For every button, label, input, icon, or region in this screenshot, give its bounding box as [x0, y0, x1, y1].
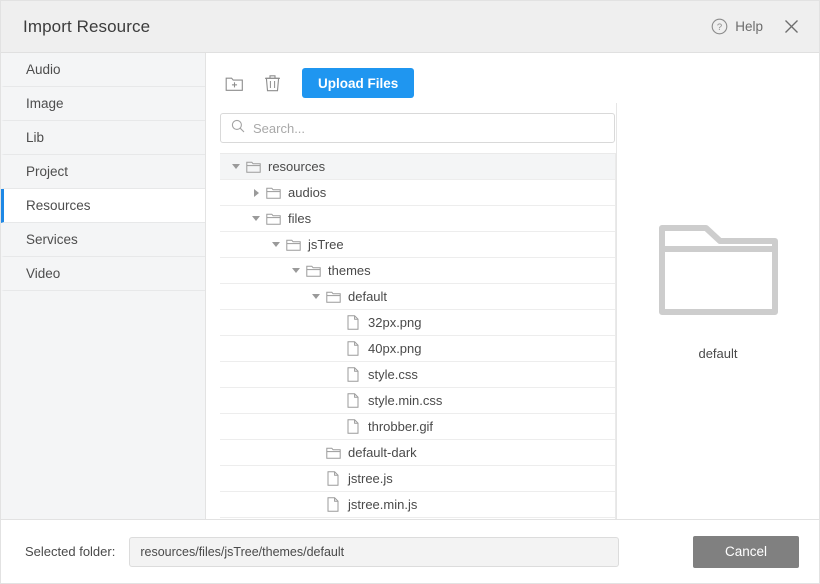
file-icon [344, 315, 362, 331]
chevron-right-icon[interactable] [248, 189, 264, 197]
tree-row[interactable]: 32px.png [220, 310, 615, 336]
sidebar-item-label: Project [26, 164, 68, 179]
sidebar-item-services[interactable]: Services [1, 223, 205, 257]
search-input[interactable] [253, 121, 604, 136]
folder-icon [244, 159, 262, 175]
tree-row[interactable]: jstree.js [220, 466, 615, 492]
tree-node-label: style.css [368, 367, 418, 382]
content-area: resources audios files jsTree themes default 3… [206, 103, 819, 519]
tree-node-label: default-dark [348, 445, 417, 460]
trash-icon[interactable] [258, 69, 286, 97]
chevron-down-icon[interactable] [268, 242, 284, 247]
upload-files-button[interactable]: Upload Files [302, 68, 414, 98]
chevron-down-icon[interactable] [248, 216, 264, 221]
selected-folder-label: Selected folder: [25, 544, 115, 559]
chevron-down-icon[interactable] [228, 164, 244, 169]
file-icon [344, 419, 362, 435]
tree-row[interactable]: style.min.css [220, 388, 615, 414]
tree-node-label: resources [268, 159, 325, 174]
sidebar-item-resources[interactable]: Resources [1, 189, 205, 223]
folder-icon [324, 445, 342, 461]
tree-node-label: default [348, 289, 387, 304]
new-folder-icon[interactable] [220, 69, 248, 97]
dialog-body: Audio Image Lib Project Resources Services Vid… [1, 53, 819, 519]
tree-pane: resources audios files jsTree themes default 3… [206, 103, 616, 519]
search-box[interactable] [220, 113, 615, 143]
svg-text:?: ? [717, 22, 722, 33]
sidebar-item-lib[interactable]: Lib [1, 121, 205, 155]
cancel-button[interactable]: Cancel [693, 536, 799, 568]
tree-row[interactable]: jsTree [220, 232, 615, 258]
file-icon [344, 341, 362, 357]
tree-node-label: jsTree [308, 237, 344, 252]
file-icon [324, 471, 342, 487]
chevron-down-icon[interactable] [288, 268, 304, 273]
sidebar-item-audio[interactable]: Audio [1, 53, 205, 87]
sidebar-item-label: Video [26, 266, 60, 281]
tree-node-label: jstree.js [348, 471, 393, 486]
help-button[interactable]: ? Help [711, 18, 763, 35]
sidebar-item-project[interactable]: Project [1, 155, 205, 189]
preview-item-name: default [698, 346, 737, 361]
folder-icon [284, 237, 302, 253]
tree-node-label: jstree.min.js [348, 497, 417, 512]
import-resource-dialog: Import Resource ? Help AudioI [0, 0, 820, 584]
tree-row[interactable]: jstree.min.js [220, 492, 615, 518]
folder-large-icon [656, 221, 781, 324]
tree-node-label: themes [328, 263, 371, 278]
page-title: Import Resource [23, 17, 150, 37]
main-panel: Upload Files resourcesaudiosfil [206, 53, 819, 519]
folder-icon [264, 211, 282, 227]
tree-row[interactable]: throbber.gif [220, 414, 615, 440]
tree-row[interactable]: resources [220, 154, 615, 180]
preview-pane: default [616, 103, 819, 519]
toolbar: Upload Files [206, 63, 819, 103]
tree-node-label: throbber.gif [368, 419, 433, 434]
file-icon [324, 497, 342, 513]
tree-row[interactable]: 40px.png [220, 336, 615, 362]
folder-icon [324, 289, 342, 305]
sidebar-item-label: Audio [26, 62, 61, 77]
chevron-down-icon[interactable] [308, 294, 324, 299]
selected-folder-input[interactable] [129, 537, 619, 567]
tree-node-label: audios [288, 185, 326, 200]
sidebar-item-label: Image [26, 96, 64, 111]
tree-node-label: files [288, 211, 311, 226]
sidebar-item-label: Services [26, 232, 78, 247]
file-tree: resources audios files jsTree themes default 3… [220, 153, 616, 519]
sidebar-item-label: Lib [26, 130, 44, 145]
tree-row[interactable]: default-dark [220, 440, 615, 466]
tree-node-label: 40px.png [368, 341, 422, 356]
close-icon[interactable] [781, 17, 801, 37]
folder-icon [264, 185, 282, 201]
sidebar-item-image[interactable]: Image [1, 87, 205, 121]
category-sidebar: Audio Image Lib Project Resources Services Vid… [1, 53, 206, 519]
tree-row[interactable]: files [220, 206, 615, 232]
file-icon [344, 393, 362, 409]
dialog-header: Import Resource ? Help [1, 1, 819, 53]
help-label: Help [735, 19, 763, 34]
search-icon [231, 119, 245, 138]
folder-icon [304, 263, 322, 279]
file-icon [344, 367, 362, 383]
tree-node-label: 32px.png [368, 315, 422, 330]
tree-row[interactable]: default [220, 284, 615, 310]
tree-row[interactable]: style.css [220, 362, 615, 388]
tree-node-label: style.min.css [368, 393, 442, 408]
tree-row[interactable]: themes [220, 258, 615, 284]
dialog-footer: Selected folder: Cancel [1, 519, 819, 583]
sidebar-item-video[interactable]: Video [1, 257, 205, 291]
question-circle-icon: ? [711, 18, 728, 35]
tree-row[interactable]: audios [220, 180, 615, 206]
sidebar-item-label: Resources [26, 198, 91, 213]
header-actions: ? Help [711, 17, 801, 37]
